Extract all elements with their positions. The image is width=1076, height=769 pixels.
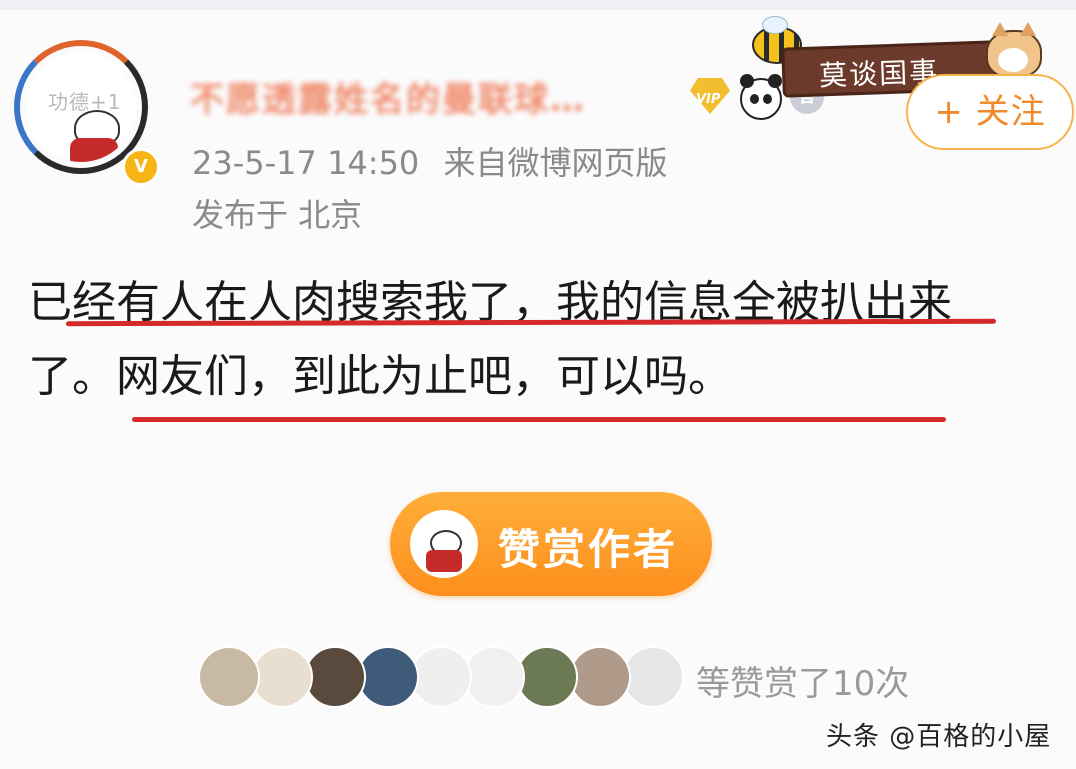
reward-label: 赞赏作者 bbox=[498, 525, 679, 574]
supporter-avatar[interactable] bbox=[251, 646, 313, 708]
supporter-avatars[interactable] bbox=[198, 646, 698, 710]
shiba-dog-icon bbox=[986, 22, 1042, 78]
supporter-avatar[interactable] bbox=[463, 646, 525, 708]
post-location: 发布于 北京 bbox=[192, 196, 363, 234]
supporters-summary[interactable]: 等赞赏了10次 bbox=[696, 656, 909, 705]
avatar-image: 功德+1 bbox=[26, 52, 136, 162]
weibo-post-card: 功德+1 V 不愿透露姓名的曼联球… VIP 答 莫谈国事 + 关注 23-5-… bbox=[0, 0, 1076, 769]
vip-diamond-icon: VIP bbox=[690, 78, 730, 114]
dog-shirt bbox=[70, 138, 118, 162]
supporter-avatar[interactable] bbox=[569, 646, 631, 708]
vip-label: VIP bbox=[696, 92, 721, 107]
red-underline bbox=[132, 417, 946, 422]
source-watermark: 头条 @百格的小屋 bbox=[826, 722, 1052, 752]
verified-v-icon: V bbox=[122, 148, 160, 186]
post-meta: 23-5-17 14:50 来自微博网页版 bbox=[192, 138, 667, 184]
supporter-avatar[interactable] bbox=[410, 646, 472, 708]
avatar-caption: 功德+1 bbox=[48, 90, 122, 114]
post-timestamp: 23-5-17 14:50 bbox=[192, 144, 420, 182]
supporter-avatar[interactable] bbox=[622, 646, 684, 708]
top-divider bbox=[0, 0, 1076, 10]
post-source: 来自微博网页版 bbox=[443, 144, 668, 182]
supporter-avatar[interactable] bbox=[304, 646, 366, 708]
post-text-line: 了。网友们，到此为止吧，可以吗。 bbox=[28, 351, 732, 402]
reward-author-button[interactable]: 赞赏作者 bbox=[390, 492, 712, 596]
follow-button[interactable]: + 关注 bbox=[906, 74, 1074, 150]
supporter-avatar[interactable] bbox=[198, 646, 260, 708]
username[interactable]: 不愿透露姓名的曼联球… bbox=[190, 72, 586, 121]
user-avatar[interactable]: 功德+1 V bbox=[14, 40, 160, 186]
supporter-avatar[interactable] bbox=[357, 646, 419, 708]
panda-icon bbox=[740, 74, 782, 120]
reward-avatar bbox=[410, 510, 478, 578]
supporter-avatar[interactable] bbox=[516, 646, 578, 708]
follow-label: + 关注 bbox=[934, 92, 1046, 132]
